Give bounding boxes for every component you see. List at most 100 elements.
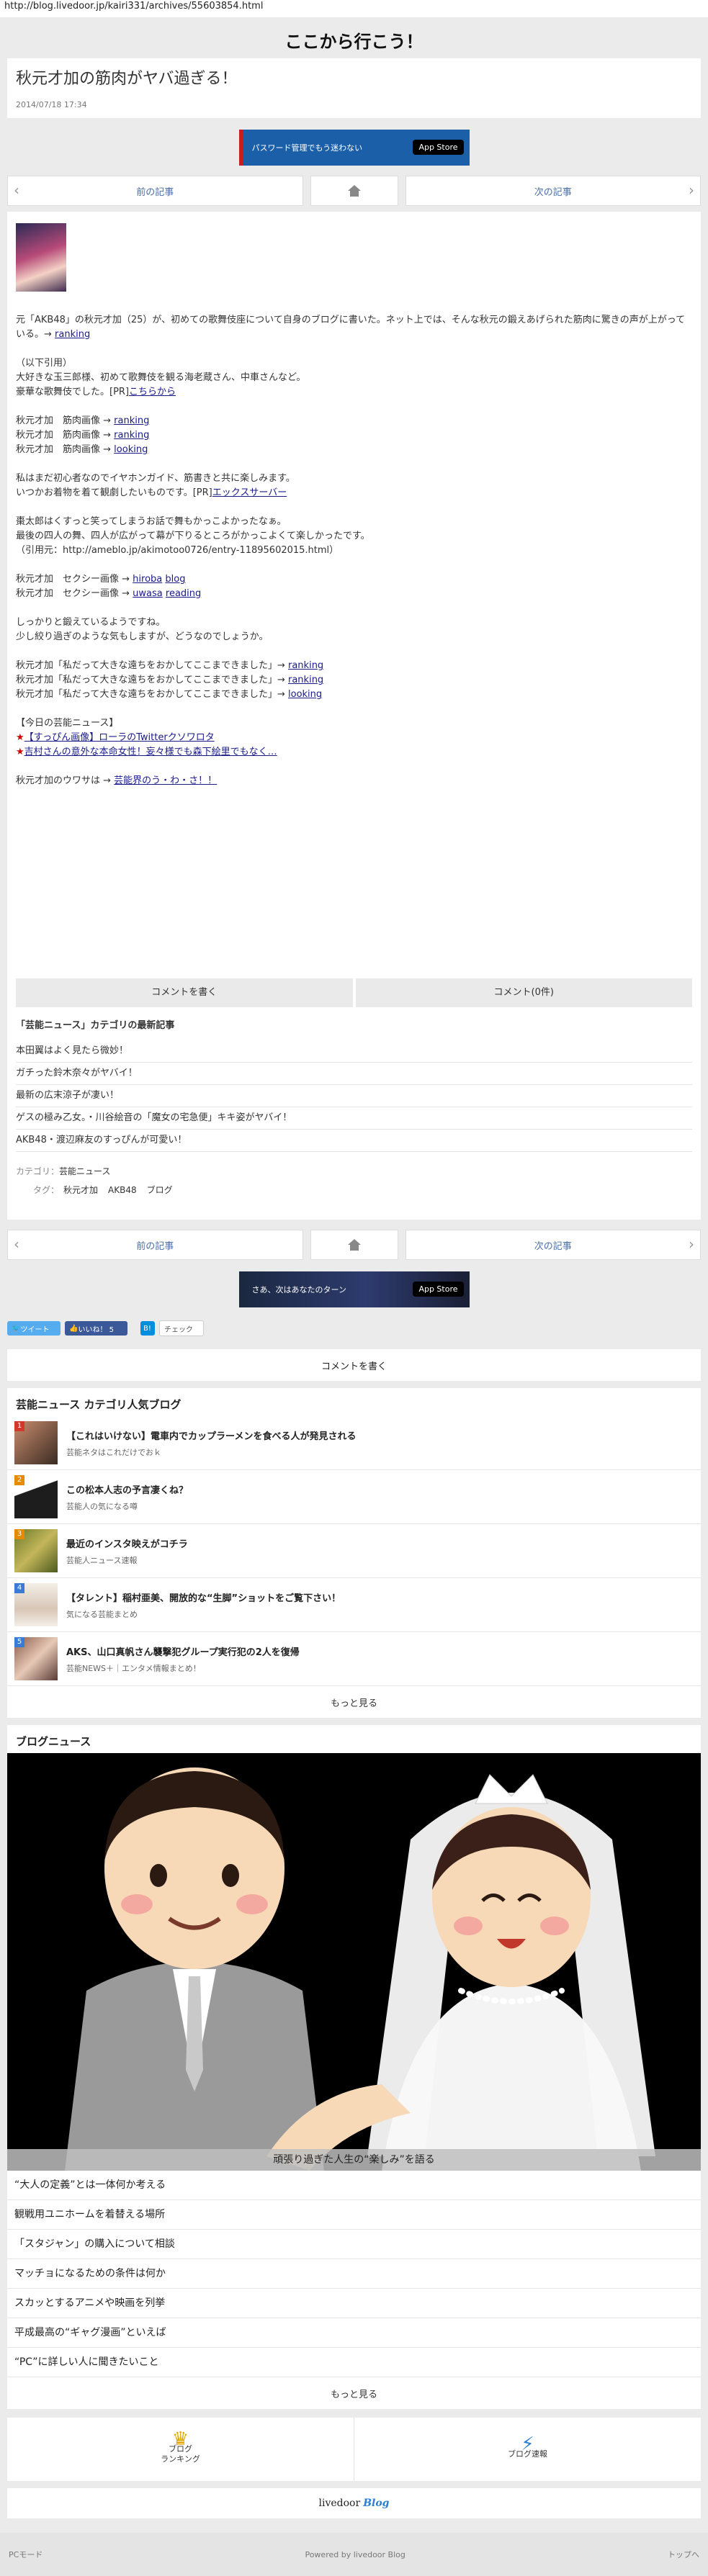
pr-link[interactable]: エックスサーバー (212, 487, 287, 498)
popular-thumbnail: 3 (14, 1529, 58, 1572)
sexy-link[interactable]: hiroba (133, 574, 162, 585)
article-title: 秋元才加の筋肉がヤバ過ぎる！ (16, 70, 238, 88)
article-header: 秋元才加の筋肉がヤバ過ぎる！ 2014/07/18 17:34 (7, 58, 701, 118)
app-store-badge[interactable]: App Store (413, 1282, 464, 1297)
blog-news-flash-button[interactable]: ⚡ ブログ速報 (354, 2418, 701, 2481)
today-link[interactable]: 吉村さんの意外な本命女性！妄々様でも森下絵里でもなく… (24, 747, 277, 757)
like-label: いいね！ 5 (78, 1325, 114, 1334)
home-icon (347, 185, 361, 197)
facebook-like-button[interactable]: 👍 いいね！ 5 (65, 1321, 127, 1336)
paragraph: しっかりと鍛えているようですね。 少し絞り過ぎのような気もしますが、どうなのでし… (16, 616, 692, 644)
sexy-link[interactable]: blog (165, 574, 185, 585)
words-link[interactable]: looking (288, 689, 322, 700)
popular-item[interactable]: 1 【これはいけない】電車内でカップラーメンを食べる人が発見される 芸能ネタはこれ… (7, 1416, 701, 1470)
muscle-label: 秋元才加 筋肉画像 → (16, 415, 112, 426)
popular-source: 気になる芸能まとめ (66, 1609, 138, 1619)
home-button[interactable] (310, 176, 398, 206)
muscle-link[interactable]: ranking (114, 430, 149, 441)
blog-news-item[interactable]: “大人の定義”とは一体何か考える (7, 2171, 701, 2200)
write-comment-link[interactable]: コメントを書く (7, 1349, 701, 1381)
tag-link[interactable]: AKB48 (108, 1185, 137, 1195)
rumor-label: 秋元才加のウワサは → (16, 775, 112, 786)
popular-item[interactable]: 5 AKS、山口真帆さん襲撃犯グループ実行犯の2人を復帰 芸能NEWS＋｜エンタメ… (7, 1632, 701, 1686)
category-link[interactable]: 芸能ニュース (59, 1166, 110, 1176)
intro-link[interactable]: ranking (55, 329, 90, 340)
news-flash-label: ブログ速報 (508, 2449, 547, 2459)
body-text: 棗太郎はくすっと笑ってしまうお話で舞もかっこよかったなぁ。 (16, 516, 287, 527)
rumor-link[interactable]: 芸能界のう・わ・さ！！ (114, 775, 217, 786)
home-button[interactable] (310, 1230, 398, 1260)
ad-banner-bottom[interactable]: さあ、次はあなたのターン App Store (238, 1271, 470, 1307)
rank-badge: 5 (14, 1637, 24, 1647)
popular-title: この松本人志の予言凄くね？ (66, 1485, 189, 1496)
pr-link[interactable]: こちらから (129, 387, 176, 397)
comment-row: コメントを書く コメント(0件) (16, 978, 692, 1007)
blog-news-item[interactable]: スカッとするアニメや映画を列挙 (7, 2289, 701, 2318)
powered-by: Powered by livedoor Blog (305, 2549, 405, 2559)
next-article-button[interactable]: 次の記事 › (405, 176, 701, 206)
words-link[interactable]: ranking (288, 660, 323, 671)
logo-livedoor: livedoor (318, 2498, 361, 2509)
article-thumbnail[interactable] (16, 223, 66, 292)
popular-source: 芸能人の気になる噂 (66, 1501, 138, 1511)
muscle-link[interactable]: ranking (114, 415, 149, 426)
tag-link[interactable]: ブログ (147, 1185, 173, 1195)
blog-news-more-button[interactable]: もっと見る (7, 2377, 701, 2409)
popular-title: AKS、山口真帆さん襲撃犯グループ実行犯の2人を復帰 (66, 1647, 300, 1658)
blog-news-item[interactable]: “PC”に詳しい人に聞きたいこと (7, 2348, 701, 2377)
popular-more-button[interactable]: もっと見る (7, 1686, 701, 1718)
recent-item[interactable]: 本田翼はよく見たら微妙！ (16, 1040, 692, 1063)
tweet-button[interactable]: 🐦 ツイート (7, 1321, 61, 1336)
tag-link[interactable]: 秋元才加 (63, 1185, 98, 1195)
recent-articles: 「芸能ニュース」カテゴリの最新記事 本田翼はよく見たら微妙！ ガチった鈴木奈々が… (16, 1007, 692, 1152)
ranking-label-line1: ブログ (169, 2444, 192, 2454)
site-title[interactable]: ここから行こう！ (0, 17, 708, 58)
comment-count-button[interactable]: コメント(0件) (355, 978, 692, 1007)
social-buttons: 🐦 ツイート 👍 いいね！ 5 B! チェック (7, 1320, 701, 1336)
today-heading: 【今日の芸能ニュース】 (16, 718, 119, 729)
twitter-icon: 🐦 (12, 1324, 21, 1333)
popular-item[interactable]: 4 【タレント】稲村亜美、開放的な“生脚”ショットをご覧下さい！ 気になる芸能まと… (7, 1578, 701, 1632)
words-link[interactable]: ranking (288, 675, 323, 685)
words-label: 秋元才加「私だって大きな遠ちをおかしてここまできました」→ (16, 689, 285, 700)
muscle-label: 秋元才加 筋肉画像 → (16, 444, 112, 455)
popular-item[interactable]: 2 この松本人志の予言凄くね？ 芸能人の気になる噂 (7, 1470, 701, 1524)
blog-news-item[interactable]: 「スタジャン」の購入について相談 (7, 2230, 701, 2259)
recent-item[interactable]: ゲスの極み乙女。・川谷絵音の「魔女の宅急便」キキ姿がヤバイ！ (16, 1107, 692, 1130)
sexy-link[interactable]: reading (166, 588, 201, 599)
blog-ranking-button[interactable]: ♛ ブログ ランキング (7, 2418, 354, 2481)
blog-news-item[interactable]: 平成最高の“ギャグ漫画”といえば (7, 2318, 701, 2348)
blog-news-item[interactable]: 観戦用ユニホームを着替える場所 (7, 2200, 701, 2230)
hatena-bookmark-button[interactable]: B! (140, 1321, 155, 1336)
footer-buttons: ♛ ブログ ランキング ⚡ ブログ速報 (7, 2418, 701, 2481)
ad-banner-top[interactable]: パスワード管理でもう迷わない App Store (238, 130, 470, 166)
tags-label: タグ： (33, 1185, 60, 1195)
livedoor-blog-logo[interactable]: livedoor Blog (7, 2488, 701, 2518)
prev-article-button[interactable]: ‹ 前の記事 (7, 1230, 303, 1260)
mixi-check-button[interactable]: チェック (159, 1320, 204, 1336)
pc-mode-link[interactable]: PCモード (9, 2549, 42, 2560)
article-date: 2014/07/18 17:34 (16, 100, 87, 109)
words-label: 秋元才加「私だって大きな遠ちをおかしてここまできました」→ (16, 675, 285, 685)
sexy-link[interactable]: uwasa (133, 588, 163, 599)
blog-news-feature[interactable]: 頑張り過ぎた人生の“楽しみ”を語る (7, 1753, 701, 2171)
muscle-link[interactable]: looking (114, 444, 148, 455)
recent-item[interactable]: 最新の広末涼子が凄い！ (16, 1085, 692, 1107)
recent-item[interactable]: ガチった鈴木奈々がヤバイ！ (16, 1063, 692, 1085)
next-article-button[interactable]: 次の記事 › (405, 1230, 701, 1260)
blog-news-item[interactable]: マッチョになるための条件は何か (7, 2259, 701, 2289)
app-store-badge[interactable]: App Store (413, 140, 464, 155)
ranking-label-line2: ランキング (161, 2454, 200, 2464)
back-to-top-link[interactable]: トップへ (668, 2549, 699, 2560)
body-text: 最後の四人の舞、四人が広がって幕が下りるところがかっこよくて楽しかったです。 (16, 531, 370, 541)
quote-source: （引用元：http://ameblo.jp/akimotoo0726/entry… (16, 545, 339, 556)
popular-source: 芸能NEWS＋｜エンタメ情報まとめ！ (66, 1663, 201, 1673)
today-link[interactable]: 【すっぴん画像】ローラのTwitterクソワロタ (24, 732, 215, 743)
write-comment-button[interactable]: コメントを書く (16, 978, 353, 1007)
bullet-star: ★ (16, 747, 24, 757)
popular-item[interactable]: 3 最近のインスタ映えがコチラ 芸能人ニュース速報 (7, 1524, 701, 1578)
popular-thumbnail: 5 (14, 1637, 58, 1680)
prev-article-button[interactable]: ‹ 前の記事 (7, 176, 303, 206)
recent-item[interactable]: AKB48・渡辺麻友のすっぴんが可愛い！ (16, 1130, 692, 1152)
rank-badge: 4 (14, 1583, 24, 1593)
